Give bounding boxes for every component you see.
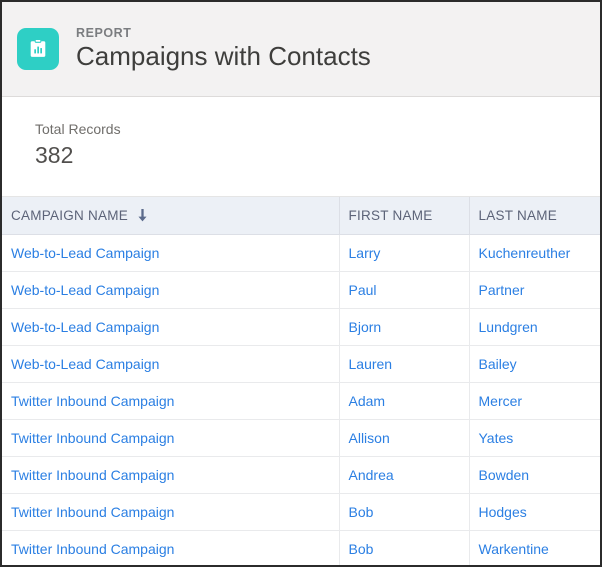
campaign-name-link[interactable]: Web-to-Lead Campaign <box>11 282 159 298</box>
first-name-link[interactable]: Bob <box>349 504 374 520</box>
cell-first-name[interactable]: Bob <box>338 530 469 565</box>
cell-campaign-name[interactable]: Twitter Inbound Campaign <box>2 530 339 565</box>
cell-first-name[interactable]: Adam <box>338 382 469 420</box>
total-records-summary: Total Records 382 <box>2 97 600 197</box>
table-body: Web-to-Lead Campaign Larry Kuchenreuther… <box>2 234 600 565</box>
cell-last-name[interactable]: Bowden <box>468 456 600 494</box>
cell-campaign-name[interactable]: Web-to-Lead Campaign <box>2 234 339 272</box>
table-row: Web-to-Lead Campaign Lauren Bailey <box>2 345 600 383</box>
cell-first-name[interactable]: Paul <box>338 271 469 309</box>
cell-campaign-name[interactable]: Twitter Inbound Campaign <box>2 456 339 494</box>
column-header-last-name[interactable]: LAST NAME <box>468 197 600 235</box>
cell-last-name[interactable]: Partner <box>468 271 600 309</box>
column-header-label: FIRST NAME <box>348 207 433 223</box>
column-header-label: LAST NAME <box>478 207 558 223</box>
last-name-link[interactable]: Yates <box>479 430 514 446</box>
campaign-name-link[interactable]: Twitter Inbound Campaign <box>11 430 174 446</box>
last-name-link[interactable]: Bailey <box>479 356 517 372</box>
cell-campaign-name[interactable]: Twitter Inbound Campaign <box>2 419 339 457</box>
first-name-link[interactable]: Andrea <box>349 467 394 483</box>
campaign-name-link[interactable]: Twitter Inbound Campaign <box>11 541 174 557</box>
last-name-link[interactable]: Lundgren <box>479 319 538 335</box>
report-clipboard-chart-icon <box>17 28 59 70</box>
column-header-first-name[interactable]: FIRST NAME <box>338 197 469 235</box>
table-row: Twitter Inbound Campaign Adam Mercer <box>2 382 600 420</box>
report-screen: REPORT Campaigns with Contacts Total Rec… <box>0 0 602 567</box>
total-records-label: Total Records <box>35 121 121 137</box>
sort-descending-arrow-icon[interactable] <box>137 208 148 222</box>
cell-campaign-name[interactable]: Web-to-Lead Campaign <box>2 308 339 346</box>
first-name-link[interactable]: Larry <box>349 245 381 261</box>
cell-campaign-name[interactable]: Twitter Inbound Campaign <box>2 382 339 420</box>
first-name-link[interactable]: Adam <box>349 393 386 409</box>
report-table: CAMPAIGN NAME FIRST NAME LAST NAME Web-t… <box>2 197 600 565</box>
first-name-link[interactable]: Lauren <box>349 356 393 372</box>
cell-last-name[interactable]: Lundgren <box>468 308 600 346</box>
campaign-name-link[interactable]: Twitter Inbound Campaign <box>11 393 174 409</box>
column-header-label: CAMPAIGN NAME <box>11 207 129 223</box>
last-name-link[interactable]: Warkentine <box>479 541 549 557</box>
cell-campaign-name[interactable]: Web-to-Lead Campaign <box>2 345 339 383</box>
table-header-row: CAMPAIGN NAME FIRST NAME LAST NAME <box>2 197 600 235</box>
last-name-link[interactable]: Mercer <box>479 393 523 409</box>
cell-last-name[interactable]: Bailey <box>468 345 600 383</box>
first-name-link[interactable]: Paul <box>349 282 377 298</box>
cell-first-name[interactable]: Bjorn <box>338 308 469 346</box>
cell-last-name[interactable]: Kuchenreuther <box>468 234 600 272</box>
table-row: Web-to-Lead Campaign Paul Partner <box>2 271 600 309</box>
campaign-name-link[interactable]: Web-to-Lead Campaign <box>11 356 159 372</box>
table-header: CAMPAIGN NAME FIRST NAME LAST NAME <box>2 197 600 235</box>
table-row: Web-to-Lead Campaign Larry Kuchenreuther <box>2 234 600 272</box>
column-header-campaign-name[interactable]: CAMPAIGN NAME <box>2 197 339 235</box>
header-text: REPORT Campaigns with Contacts <box>76 26 371 73</box>
cell-first-name[interactable]: Andrea <box>338 456 469 494</box>
campaign-name-link[interactable]: Web-to-Lead Campaign <box>11 245 159 261</box>
cell-first-name[interactable]: Larry <box>338 234 469 272</box>
first-name-link[interactable]: Bob <box>349 541 374 557</box>
table-row: Web-to-Lead Campaign Bjorn Lundgren <box>2 308 600 346</box>
cell-last-name[interactable]: Mercer <box>468 382 600 420</box>
last-name-link[interactable]: Bowden <box>479 467 530 483</box>
first-name-link[interactable]: Bjorn <box>349 319 382 335</box>
last-name-link[interactable]: Kuchenreuther <box>479 245 571 261</box>
cell-last-name[interactable]: Yates <box>468 419 600 457</box>
report-type-eyebrow: REPORT <box>76 25 132 40</box>
page-title: Campaigns with Contacts <box>76 41 371 72</box>
table-row: Twitter Inbound Campaign Andrea Bowden <box>2 456 600 494</box>
cell-first-name[interactable]: Lauren <box>338 345 469 383</box>
cell-first-name[interactable]: Allison <box>338 419 469 457</box>
table-row: Twitter Inbound Campaign Bob Hodges <box>2 493 600 531</box>
total-records-value: 382 <box>35 142 74 168</box>
page-header: REPORT Campaigns with Contacts <box>2 2 600 97</box>
last-name-link[interactable]: Partner <box>479 282 525 298</box>
campaign-name-link[interactable]: Twitter Inbound Campaign <box>11 467 174 483</box>
cell-campaign-name[interactable]: Web-to-Lead Campaign <box>2 271 339 309</box>
first-name-link[interactable]: Allison <box>349 430 390 446</box>
cell-last-name[interactable]: Warkentine <box>468 530 600 565</box>
table-row: Twitter Inbound Campaign Bob Warkentine <box>2 530 600 565</box>
cell-first-name[interactable]: Bob <box>338 493 469 531</box>
cell-last-name[interactable]: Hodges <box>468 493 600 531</box>
table-row: Twitter Inbound Campaign Allison Yates <box>2 419 600 457</box>
campaign-name-link[interactable]: Web-to-Lead Campaign <box>11 319 159 335</box>
campaign-name-link[interactable]: Twitter Inbound Campaign <box>11 504 174 520</box>
cell-campaign-name[interactable]: Twitter Inbound Campaign <box>2 493 339 531</box>
last-name-link[interactable]: Hodges <box>479 504 527 520</box>
